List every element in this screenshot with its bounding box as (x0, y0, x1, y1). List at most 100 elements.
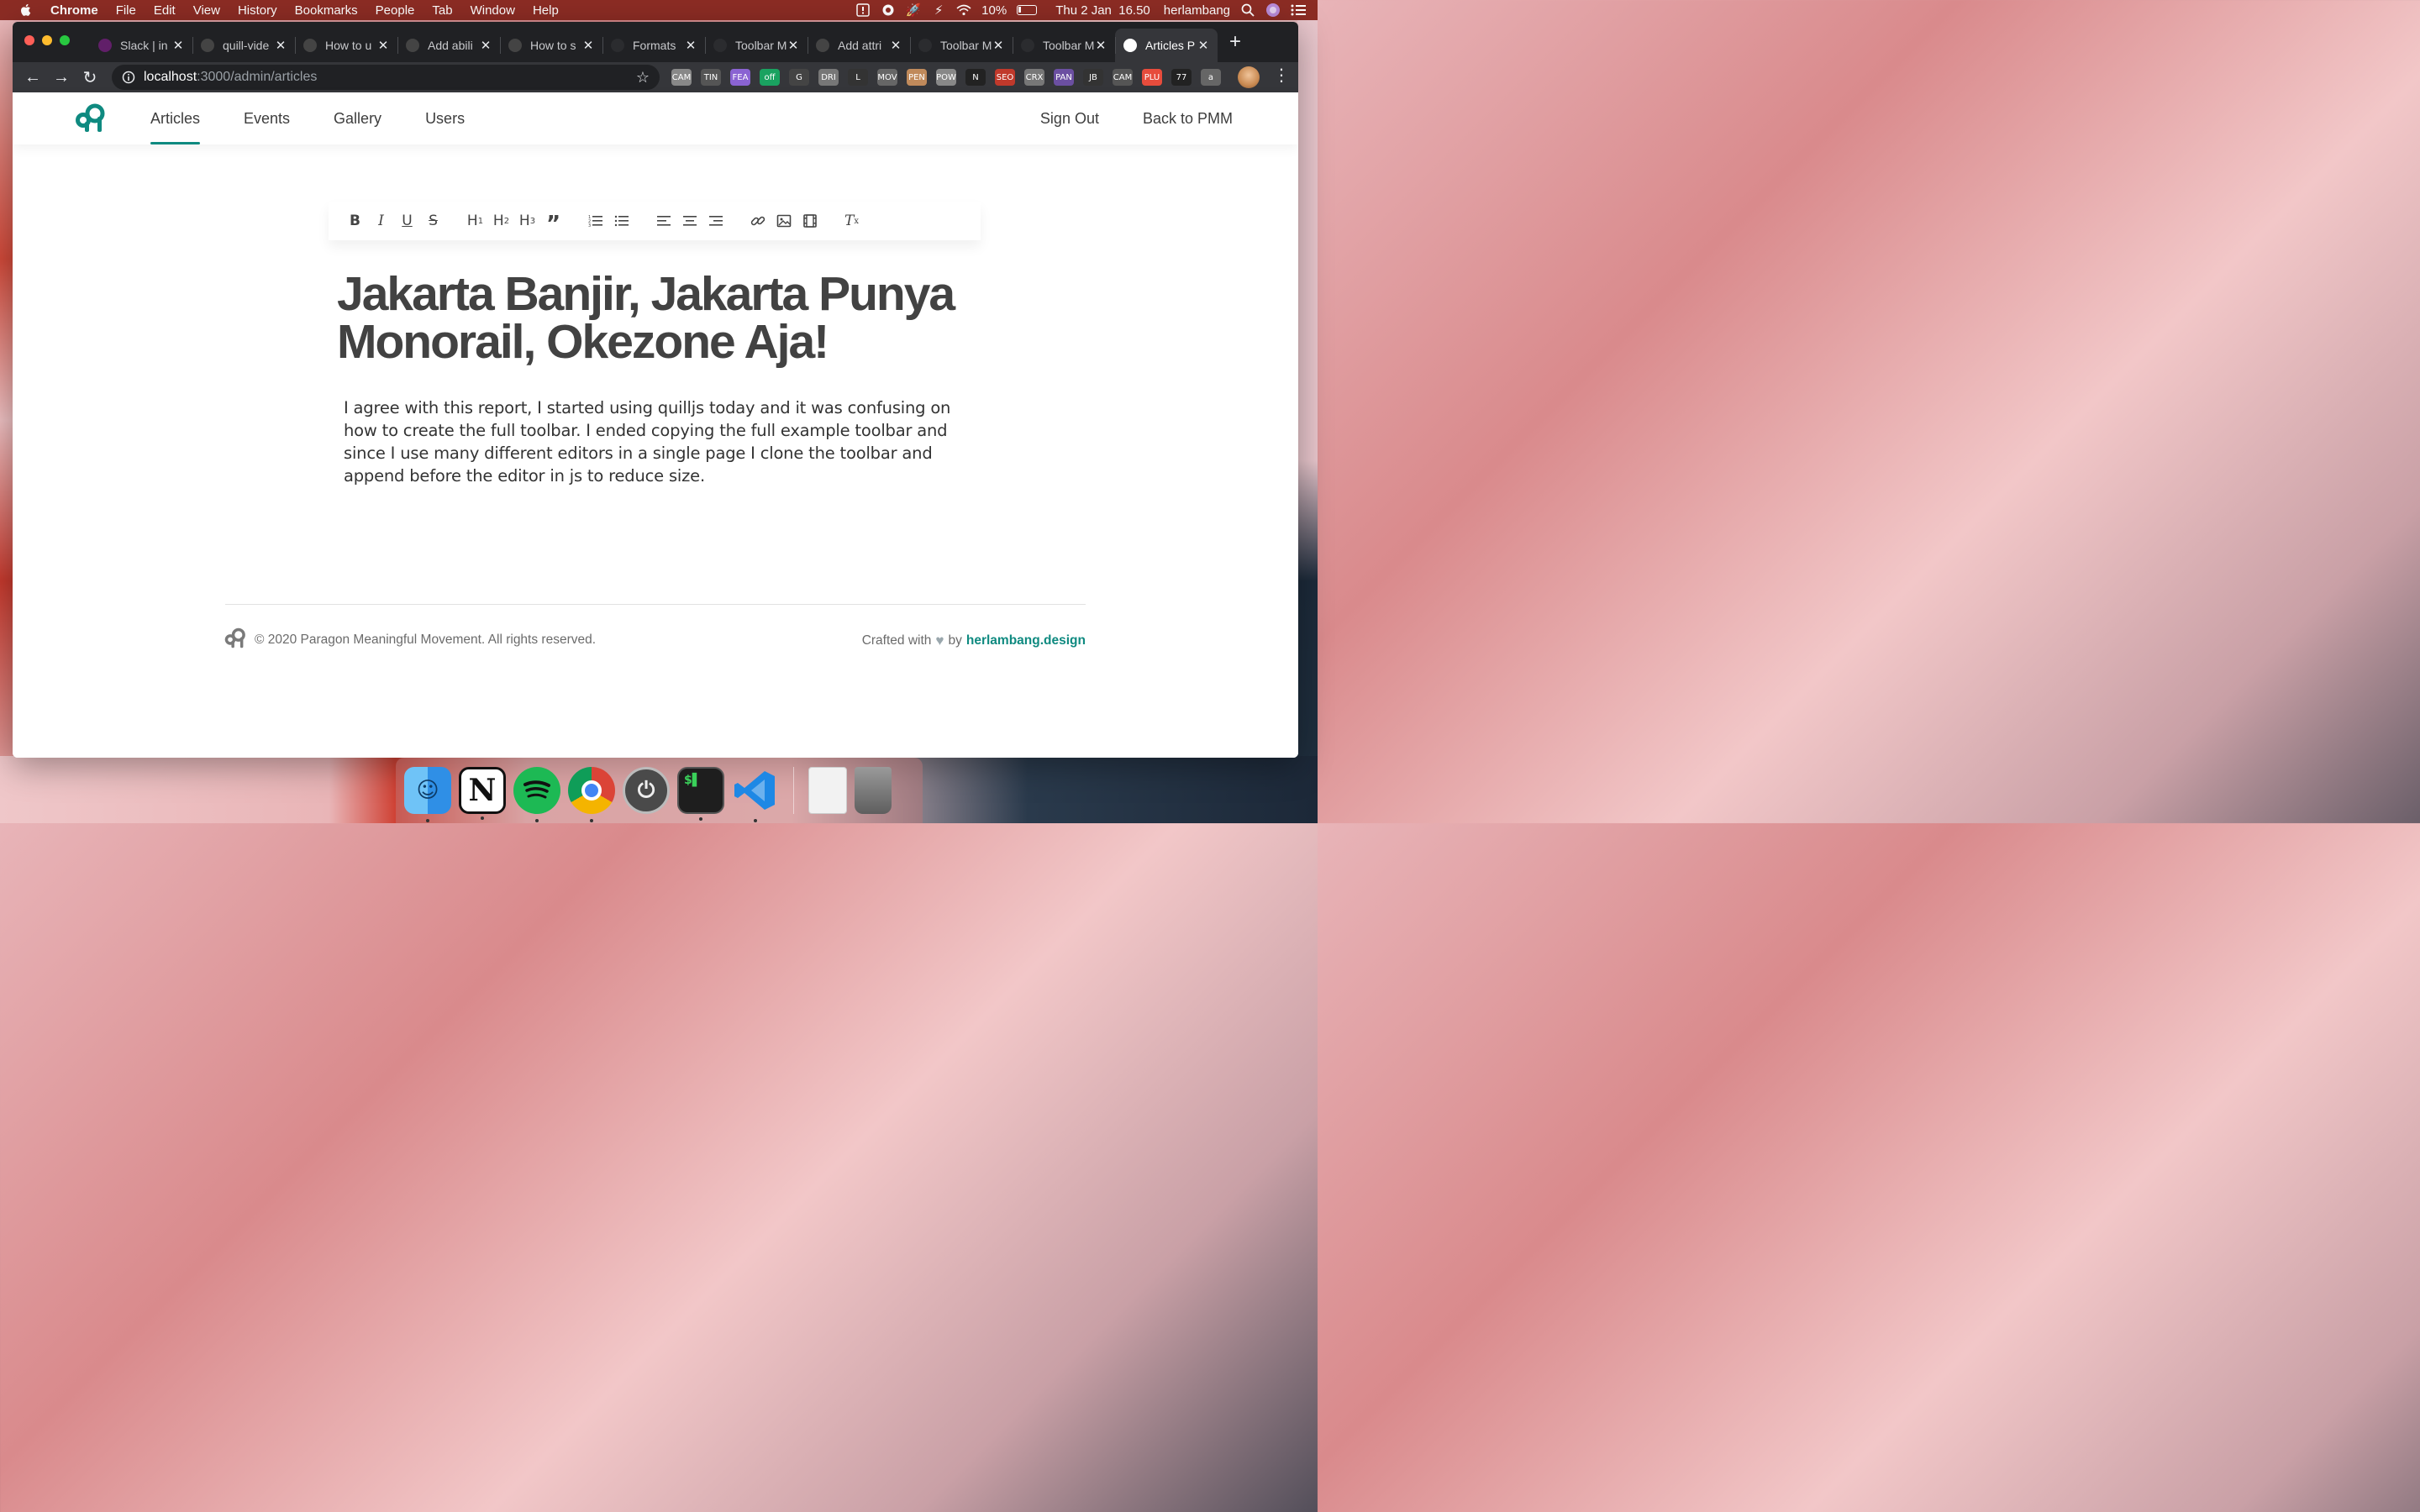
apple-icon[interactable] (18, 3, 34, 18)
blockquote-icon[interactable]: ” (540, 211, 566, 235)
browser-tab[interactable]: quill-vide ✕ (192, 29, 295, 62)
wifi-icon[interactable] (956, 3, 971, 17)
align-left-icon[interactable] (650, 211, 676, 231)
nav-articles[interactable]: Articles (150, 92, 201, 144)
dock-spotify[interactable] (513, 767, 560, 822)
bolt-icon[interactable]: ⚡ (931, 3, 946, 18)
close-tab-icon[interactable]: ✕ (992, 38, 1004, 53)
back-icon[interactable]: ← (23, 68, 43, 87)
dock-trash[interactable] (855, 767, 892, 814)
extension-tiny-mce-icon[interactable]: TIN (701, 69, 721, 86)
battery-icon[interactable] (1017, 5, 1038, 15)
close-tab-icon[interactable]: ✕ (275, 38, 287, 53)
article-body[interactable]: I agree with this report, I started usin… (344, 396, 974, 487)
browser-tab[interactable]: How to s ✕ (500, 29, 602, 62)
close-tab-icon[interactable]: ✕ (890, 38, 902, 53)
extension-seo-icon[interactable]: SEO (995, 69, 1015, 86)
close-tab-icon[interactable]: ✕ (377, 38, 389, 53)
close-tab-icon[interactable]: ✕ (1197, 38, 1209, 53)
browser-tab[interactable]: Toolbar M ✕ (705, 29, 808, 62)
dock-vscode[interactable] (732, 767, 779, 822)
extension-plus-icon[interactable]: PLU (1142, 69, 1162, 86)
browser-tab[interactable]: Toolbar M ✕ (910, 29, 1013, 62)
extension-77-icon[interactable]: 77 (1171, 69, 1192, 86)
menu-bookmarks[interactable]: Bookmarks (295, 3, 358, 18)
nav-users[interactable]: Users (425, 92, 465, 144)
heading-1-icon[interactable]: H1 (462, 211, 488, 231)
dock-documents[interactable] (808, 767, 847, 814)
dock-notion[interactable]: N (459, 767, 506, 820)
menu-app-name[interactable]: Chrome (50, 3, 98, 18)
browser-tab[interactable]: Toolbar M ✕ (1013, 29, 1115, 62)
extension-crx-icon[interactable]: CRX (1024, 69, 1044, 86)
spotlight-icon[interactable] (1240, 3, 1255, 17)
extension-jb-icon[interactable]: JB (1083, 69, 1103, 86)
back-to-pmm-link[interactable]: Back to PMM (1143, 110, 1233, 128)
extension-panther-icon[interactable]: PAN (1054, 69, 1074, 86)
nav-gallery[interactable]: Gallery (334, 92, 381, 144)
close-tab-icon[interactable]: ✕ (1095, 38, 1107, 53)
notification-center-icon[interactable] (1291, 3, 1306, 17)
ordered-list-icon[interactable]: 123 (582, 211, 608, 231)
menu-clock[interactable]: Thu 2 Jan 16.50 (1055, 3, 1150, 18)
menu-file[interactable]: File (116, 3, 136, 18)
heading-3-icon[interactable]: H3 (514, 211, 540, 231)
menu-edit[interactable]: Edit (154, 3, 176, 18)
extension-n-icon[interactable]: N (965, 69, 986, 86)
close-tab-icon[interactable]: ✕ (582, 38, 594, 53)
extension-move-icon[interactable]: MOV (877, 69, 897, 86)
menu-tab[interactable]: Tab (432, 3, 452, 18)
strikethrough-icon[interactable]: S (420, 211, 446, 231)
menu-view[interactable]: View (193, 3, 220, 18)
reload-icon[interactable]: ↻ (80, 67, 100, 88)
forward-icon[interactable]: → (51, 68, 71, 87)
align-center-icon[interactable] (676, 211, 702, 231)
designer-link[interactable]: herlambang.design (966, 633, 1086, 648)
siri-icon[interactable] (1265, 3, 1281, 17)
browser-menu-icon[interactable]: ⋮ (1273, 67, 1290, 84)
menu-people[interactable]: People (376, 3, 415, 18)
browser-tab[interactable]: Add abili ✕ (397, 29, 500, 62)
image-icon[interactable] (771, 211, 797, 231)
close-tab-icon[interactable]: ✕ (172, 38, 184, 53)
dock-finder[interactable]: ☺ (404, 767, 451, 822)
extension-camera-off-icon[interactable]: CAM (1113, 69, 1133, 86)
extension-g-icon[interactable]: G (789, 69, 809, 86)
bullet-list-icon[interactable] (608, 211, 634, 231)
browser-tab[interactable]: Slack | in ✕ (90, 29, 192, 62)
extension-drive-icon[interactable]: DRI (818, 69, 839, 86)
align-right-icon[interactable] (702, 211, 729, 231)
underline-icon[interactable]: U (394, 211, 420, 231)
browser-tab[interactable]: Articles P ✕ (1115, 29, 1218, 62)
info-icon[interactable] (122, 71, 135, 84)
video-icon[interactable] (797, 211, 823, 231)
clear-format-icon[interactable]: Tx (839, 211, 865, 231)
bold-icon[interactable]: B (342, 211, 368, 231)
close-window-button[interactable] (24, 35, 34, 45)
extension-a-icon[interactable]: a (1201, 69, 1221, 86)
close-tab-icon[interactable]: ✕ (685, 38, 697, 53)
paragon-logo[interactable] (75, 102, 108, 135)
menu-user[interactable]: herlambang (1164, 3, 1230, 18)
bookmark-star-icon[interactable]: ☆ (636, 69, 650, 87)
maximize-window-button[interactable] (60, 35, 70, 45)
new-tab-button[interactable]: + (1229, 32, 1241, 52)
menu-help[interactable]: Help (533, 3, 559, 18)
browser-tab[interactable]: How to u ✕ (295, 29, 397, 62)
record-icon[interactable] (881, 3, 896, 17)
menu-window[interactable]: Window (471, 3, 515, 18)
italic-icon[interactable]: I (368, 211, 394, 231)
article-title[interactable]: Jakarta Banjir, Jakarta Punya Monorail, … (337, 270, 976, 366)
close-tab-icon[interactable]: ✕ (787, 38, 799, 53)
nav-events[interactable]: Events (244, 92, 290, 144)
minimize-window-button[interactable] (42, 35, 52, 45)
dock-shutdown[interactable]: ⏻ (623, 767, 670, 814)
close-tab-icon[interactable]: ✕ (480, 38, 492, 53)
alert-icon[interactable] (855, 3, 871, 17)
address-bar[interactable]: localhost:3000/admin/articles ☆ (112, 65, 660, 90)
rocket-icon[interactable]: 🚀 (906, 3, 922, 18)
profile-avatar[interactable] (1238, 66, 1260, 88)
extension-power-icon[interactable]: POW (936, 69, 956, 86)
sign-out-link[interactable]: Sign Out (1040, 110, 1099, 128)
browser-tab[interactable]: Formats ✕ (602, 29, 705, 62)
